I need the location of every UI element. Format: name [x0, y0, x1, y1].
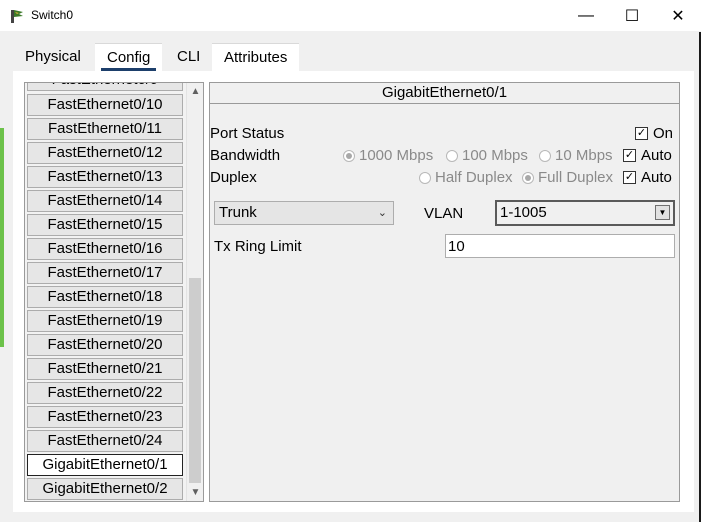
scroll-thumb[interactable]: [189, 278, 201, 483]
bandwidth-10-radio[interactable]: 10 Mbps: [539, 147, 613, 164]
vlan-select[interactable]: 1-1005 ▼: [495, 200, 675, 226]
radio-icon: [539, 149, 551, 162]
scroll-up-icon[interactable]: ▲: [187, 83, 203, 100]
duplex-half-radio[interactable]: Half Duplex: [419, 169, 513, 186]
side-accent-bar: [0, 128, 4, 347]
list-item[interactable]: FastEthernet0/14: [27, 190, 183, 212]
list-item[interactable]: FastEthernet0/17: [27, 262, 183, 284]
port-status-toggle[interactable]: ✓ On: [635, 125, 673, 142]
checkbox-checked-icon[interactable]: ✓: [623, 149, 636, 162]
tx-ring-limit-input[interactable]: [445, 234, 675, 258]
list-item[interactable]: GigabitEthernet0/2: [27, 478, 183, 500]
bandwidth-label: Bandwidth: [210, 147, 281, 164]
interface-config-panel: GigabitEthernet0/1 Port Status ✓ On Band…: [209, 82, 680, 502]
list-item[interactable]: FastEthernet0/18: [27, 286, 183, 308]
radio-selected-icon: [522, 171, 534, 184]
tab-cli[interactable]: CLI: [165, 43, 213, 73]
tx-ring-limit-label: Tx Ring Limit: [214, 238, 302, 255]
close-icon: ✕: [671, 8, 685, 25]
checkbox-checked-icon[interactable]: ✓: [635, 127, 648, 140]
list-item[interactable]: FastEthernet0/11: [27, 118, 183, 140]
tab-attributes[interactable]: Attributes: [212, 43, 300, 73]
duplex-label: Duplex: [210, 169, 257, 186]
list-item[interactable]: FastEthernet0/16: [27, 238, 183, 260]
interface-list[interactable]: FastEthernet0/9 FastEthernet0/10 FastEth…: [24, 82, 204, 502]
scroll-down-icon[interactable]: ▼: [187, 484, 203, 501]
tab-physical[interactable]: Physical: [13, 43, 93, 73]
port-status-label: Port Status: [210, 125, 285, 142]
list-item[interactable]: FastEthernet0/9: [27, 83, 183, 91]
minimize-button[interactable]: —: [563, 0, 609, 32]
list-item[interactable]: FastEthernet0/12: [27, 142, 183, 164]
bandwidth-auto-checkbox[interactable]: ✓ Auto: [623, 147, 672, 164]
list-item[interactable]: FastEthernet0/23: [27, 406, 183, 428]
switch-app-icon: [11, 10, 23, 23]
list-item[interactable]: FastEthernet0/10: [27, 94, 183, 116]
list-item[interactable]: FastEthernet0/20: [27, 334, 183, 356]
title-bar: Switch0 — ☐ ✕: [0, 0, 701, 32]
tab-config[interactable]: Config: [95, 43, 163, 73]
interface-list-scrollbar[interactable]: ▲ ▼: [186, 83, 203, 501]
list-item[interactable]: FastEthernet0/21: [27, 358, 183, 380]
maximize-icon: ☐: [624, 8, 640, 25]
port-mode-select[interactable]: Trunk ⌄: [214, 201, 394, 225]
duplex-full-radio[interactable]: Full Duplex: [522, 169, 613, 186]
bandwidth-1000-radio[interactable]: 1000 Mbps: [343, 147, 433, 164]
duplex-auto-checkbox[interactable]: ✓ Auto: [623, 169, 672, 186]
list-item-selected[interactable]: GigabitEthernet0/1: [27, 454, 183, 476]
checkbox-checked-icon[interactable]: ✓: [623, 171, 636, 184]
radio-selected-icon: [343, 149, 355, 162]
chevron-down-icon: ⌄: [377, 207, 387, 219]
switch-config-window: Switch0 — ☐ ✕ Physical Config CLI Attrib…: [0, 0, 701, 522]
maximize-button[interactable]: ☐: [609, 0, 655, 32]
vlan-label: VLAN: [424, 205, 464, 222]
dropdown-arrow-icon[interactable]: ▼: [655, 205, 670, 220]
radio-icon: [446, 149, 458, 162]
minimize-icon: —: [578, 7, 594, 24]
list-item[interactable]: FastEthernet0/15: [27, 214, 183, 236]
radio-icon: [419, 171, 431, 184]
list-item[interactable]: FastEthernet0/19: [27, 310, 183, 332]
list-item[interactable]: FastEthernet0/24: [27, 430, 183, 452]
list-item[interactable]: FastEthernet0/13: [27, 166, 183, 188]
bandwidth-100-radio[interactable]: 100 Mbps: [446, 147, 528, 164]
window-title: Switch0: [31, 8, 74, 22]
list-item[interactable]: FastEthernet0/22: [27, 382, 183, 404]
close-button[interactable]: ✕: [655, 0, 701, 32]
panel-title: GigabitEthernet0/1: [210, 83, 679, 104]
